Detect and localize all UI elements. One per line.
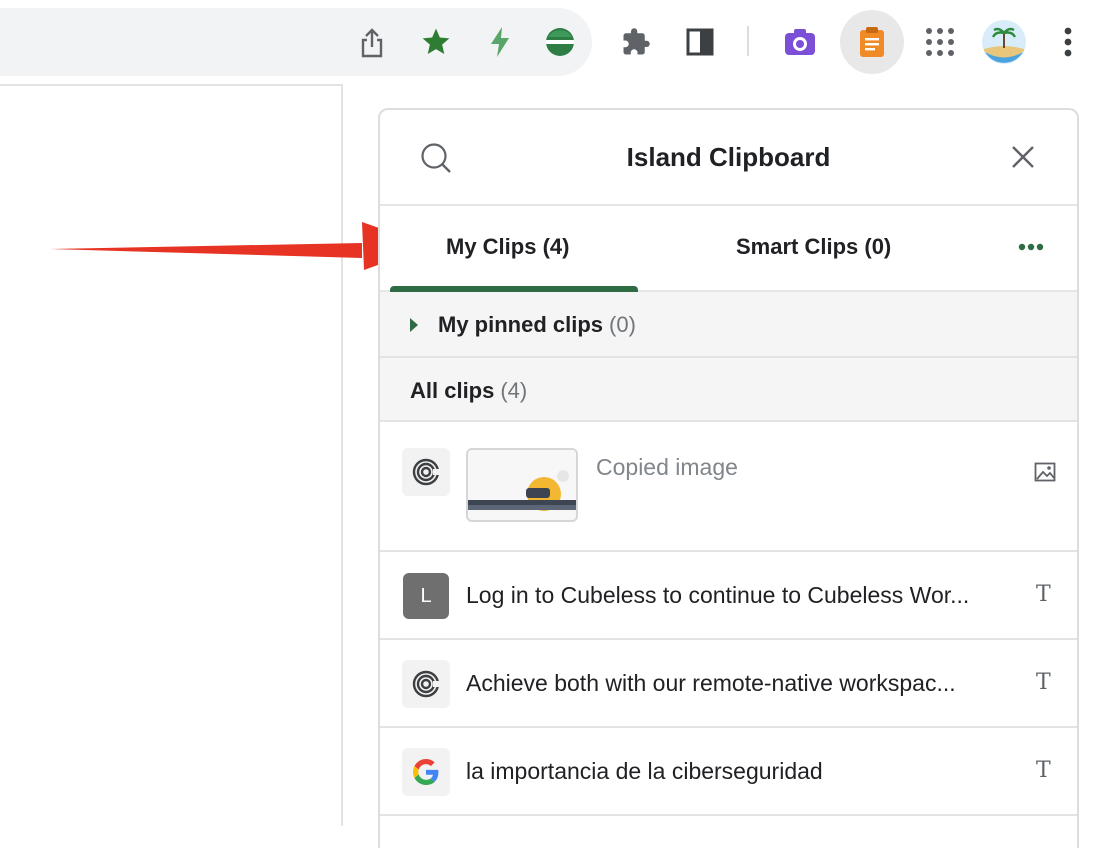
clip-item[interactable]: la importancia de la ciberseguridad T (380, 728, 1077, 816)
image-type-icon (1034, 462, 1056, 482)
browser-toolbar (0, 0, 1102, 84)
text-type-icon: T (1036, 670, 1051, 695)
more-options-icon[interactable] (1018, 238, 1044, 251)
side-panel-icon[interactable] (684, 26, 716, 58)
tab-smart-clips[interactable]: Smart Clips (0) (736, 234, 891, 260)
clipboard-extension-icon[interactable] (840, 10, 904, 74)
bookmark-star-icon[interactable] (418, 24, 454, 60)
clip-item[interactable]: L Log in to Cubeless to continue to Cube… (380, 552, 1077, 640)
lightning-extension-icon[interactable] (484, 24, 516, 60)
more-menu-icon[interactable] (1054, 22, 1082, 62)
clip-item[interactable]: Copied image (380, 422, 1077, 552)
island-swirl-icon (402, 660, 450, 708)
green-circle-extension-icon[interactable] (542, 24, 578, 60)
clip-tabs: My Clips (4) Smart Clips (0) (380, 206, 1077, 292)
profile-avatar[interactable] (980, 18, 1028, 66)
puzzle-extensions-icon[interactable] (618, 24, 654, 60)
pinned-clips-count: (0) (609, 312, 636, 337)
clip-item[interactable]: Achieve both with our remote-native work… (380, 640, 1077, 728)
google-g-icon (402, 748, 450, 796)
panel-title: Island Clipboard (626, 142, 831, 172)
clip-image-thumbnail (466, 448, 578, 522)
text-type-icon: T (1036, 758, 1051, 783)
island-swirl-icon (402, 448, 450, 496)
share-icon[interactable] (356, 26, 388, 60)
clip-text: Log in to Cubeless to continue to Cubele… (466, 582, 970, 608)
letter-l-icon: L (402, 572, 450, 620)
tab-my-clips[interactable]: My Clips (4) (446, 234, 569, 260)
all-clips-section: All clips (4) (380, 358, 1077, 422)
all-clips-count: (4) (500, 378, 528, 403)
pinned-clips-label: My pinned clips (438, 312, 604, 337)
expand-caret-icon[interactable] (410, 318, 418, 332)
clip-text: Copied image (596, 454, 738, 480)
web-page-content (0, 84, 343, 826)
apps-grid-icon[interactable] (922, 24, 958, 60)
panel-header: Island Clipboard (380, 110, 1077, 206)
pinned-clips-section[interactable]: My pinned clips (0) (380, 292, 1077, 358)
toolbar-divider (747, 26, 749, 56)
camera-extension-icon[interactable] (782, 24, 818, 60)
clip-text: Achieve both with our remote-native work… (466, 670, 956, 696)
island-clipboard-panel: Island Clipboard My Clips (4) Smart Clip… (378, 108, 1079, 848)
clip-text: la importancia de la ciberseguridad (466, 758, 823, 784)
text-type-icon: T (1036, 582, 1051, 607)
all-clips-label: All clips (410, 378, 495, 403)
source-letter: L (403, 573, 449, 619)
close-icon[interactable] (1010, 144, 1036, 170)
